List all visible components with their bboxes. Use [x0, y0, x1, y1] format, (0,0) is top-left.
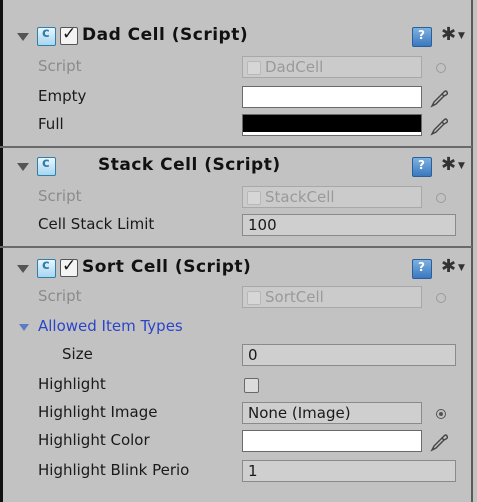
- script-label: Script: [38, 187, 82, 205]
- property-row-highlight-blink-period: Highlight Blink Perio 1: [0, 458, 472, 486]
- alpha-bar: [243, 132, 421, 135]
- object-picker-icon[interactable]: [436, 63, 446, 73]
- property-label: Highlight Blink Perio: [38, 461, 190, 479]
- eyedropper-icon[interactable]: [428, 115, 450, 137]
- eyedropper-icon[interactable]: [428, 87, 450, 109]
- component-header-dad-cell[interactable]: ✓ Dad Cell (Script) ✱▼: [0, 24, 472, 52]
- object-picker-icon[interactable]: [436, 193, 446, 203]
- highlight-image-field[interactable]: None (Image): [242, 402, 422, 424]
- gear-icon[interactable]: ✱ ▼: [441, 256, 465, 277]
- help-icon[interactable]: [412, 259, 432, 279]
- checkmark-icon: ✓: [62, 256, 77, 276]
- fold-triangle-icon[interactable]: [17, 33, 29, 41]
- script-asset-icon: [247, 191, 261, 205]
- foldout-arrow-icon[interactable]: [19, 324, 29, 331]
- color-field-empty[interactable]: [242, 86, 422, 108]
- property-row-full: Full: [0, 112, 472, 140]
- fold-triangle-icon[interactable]: [17, 265, 29, 273]
- checkmark-icon: ✓: [62, 24, 77, 44]
- inspector-panel: ✓ Dad Cell (Script) ✱▼ Script DadCell Em…: [0, 0, 477, 502]
- property-label: Highlight: [38, 375, 106, 393]
- property-label: Full: [38, 115, 64, 133]
- script-value: SortCell: [265, 288, 324, 306]
- script-field[interactable]: DadCell: [242, 56, 422, 78]
- component-divider: [0, 246, 472, 248]
- script-label: Script: [38, 57, 82, 75]
- property-row-highlight-color: Highlight Color: [0, 428, 472, 456]
- csharp-script-icon: [37, 258, 56, 278]
- property-row-highlight: Highlight: [0, 372, 472, 400]
- eyedropper-icon[interactable]: [428, 431, 450, 453]
- component-header-stack-cell[interactable]: Stack Cell (Script) ✱▼: [0, 154, 472, 182]
- gear-icon[interactable]: ✱ ▼: [441, 24, 465, 45]
- component-title: Sort Cell (Script): [82, 257, 252, 277]
- script-asset-icon: [247, 61, 261, 75]
- script-asset-icon: [247, 291, 261, 305]
- component-divider: [0, 146, 472, 148]
- script-row: Script StackCell: [0, 184, 472, 212]
- color-field-full[interactable]: [242, 114, 422, 136]
- csharp-script-icon: [37, 26, 56, 46]
- property-row-size: Size 0: [0, 342, 472, 370]
- highlight-checkbox[interactable]: [244, 378, 259, 393]
- gear-icon[interactable]: ✱ ▼: [441, 154, 465, 175]
- script-row: Script DadCell: [0, 54, 472, 82]
- highlight-blink-period-input[interactable]: 1: [242, 460, 456, 482]
- script-label: Script: [38, 287, 82, 305]
- size-input[interactable]: 0: [242, 344, 456, 366]
- alpha-bar: [243, 448, 421, 451]
- foldout-allowed-item-types[interactable]: Allowed Item Types: [0, 314, 472, 342]
- highlight-color-field[interactable]: [242, 430, 422, 452]
- script-field[interactable]: StackCell: [242, 186, 422, 208]
- property-label: Highlight Image: [38, 403, 158, 421]
- foldout-label[interactable]: Allowed Item Types: [38, 317, 183, 335]
- component-enabled-checkbox[interactable]: ✓: [60, 256, 78, 277]
- property-row-cell-stack-limit: Cell Stack Limit 100: [0, 212, 472, 240]
- help-icon[interactable]: [412, 157, 432, 177]
- script-value: StackCell: [265, 188, 335, 206]
- component-header-sort-cell[interactable]: ✓ Sort Cell (Script) ✱▼: [0, 256, 472, 284]
- object-picker-icon[interactable]: [436, 293, 446, 303]
- object-picker-icon[interactable]: [436, 409, 446, 419]
- script-row: Script SortCell: [0, 284, 472, 312]
- fold-triangle-icon[interactable]: [17, 163, 29, 171]
- component-title: Dad Cell (Script): [82, 25, 249, 45]
- component-enabled-checkbox[interactable]: ✓: [60, 24, 78, 45]
- component-title: Stack Cell (Script): [98, 155, 281, 175]
- property-row-highlight-image: Highlight Image None (Image): [0, 400, 472, 428]
- size-label: Size: [62, 345, 93, 363]
- script-value: DadCell: [265, 58, 324, 76]
- property-label: Highlight Color: [38, 431, 150, 449]
- property-label: Empty: [38, 87, 87, 105]
- property-label: Cell Stack Limit: [38, 215, 155, 233]
- csharp-script-icon: [37, 156, 56, 176]
- property-row-empty: Empty: [0, 84, 472, 112]
- help-icon[interactable]: [412, 27, 432, 47]
- cell-stack-limit-input[interactable]: 100: [242, 214, 456, 236]
- alpha-bar: [243, 104, 421, 107]
- script-field[interactable]: SortCell: [242, 286, 422, 308]
